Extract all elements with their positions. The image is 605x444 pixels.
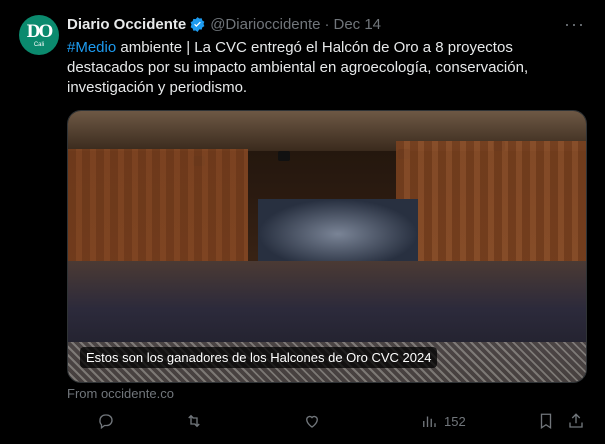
heart-icon — [306, 415, 318, 428]
separator-dot: · — [324, 16, 330, 33]
source-link[interactable]: From occidente.co — [67, 386, 174, 401]
display-name[interactable]: Diario Occidente — [67, 16, 186, 33]
avatar[interactable]: DO Cali — [19, 15, 59, 55]
photo-stage-screen — [258, 199, 418, 269]
stage-light-icon — [278, 151, 290, 161]
user-handle[interactable]: @Diarioccidente — [210, 16, 320, 33]
verified-badge-icon — [190, 17, 205, 32]
like-button[interactable] — [303, 412, 321, 430]
tweet-actions: 152 — [67, 412, 585, 436]
tweet-header: Diario Occidente @Diarioccidente · Dec 1… — [67, 16, 381, 33]
media-caption: Estos son los ganadores de los Halcones … — [80, 347, 438, 368]
views-chart-icon — [423, 416, 436, 427]
more-options-icon[interactable]: ··· — [564, 14, 585, 35]
retweet-button[interactable] — [185, 412, 203, 430]
views-button[interactable]: 152 — [420, 412, 466, 430]
share-button[interactable] — [567, 412, 585, 430]
tweet-card[interactable]: DO Cali Diario Occidente @Diarioccidente… — [0, 0, 605, 444]
views-count: 152 — [444, 413, 466, 429]
hashtag-link[interactable]: #Medio — [67, 39, 116, 56]
avatar-subtext: Cali — [33, 42, 45, 48]
tweet-body: ambiente | La CVC entregó el Halcón de O… — [67, 39, 529, 96]
share-icon — [569, 413, 583, 428]
retweet-icon — [188, 414, 200, 428]
reply-icon — [99, 414, 113, 430]
avatar-monogram: DO — [26, 21, 53, 42]
tweet-media-image[interactable] — [67, 110, 587, 383]
bookmark-button[interactable] — [537, 412, 555, 430]
reply-button[interactable] — [97, 412, 115, 430]
tweet-date[interactable]: Dec 14 — [333, 16, 381, 33]
bookmark-icon — [540, 413, 552, 430]
tweet-text: #Medio ambiente | La CVC entregó el Halc… — [67, 38, 577, 98]
